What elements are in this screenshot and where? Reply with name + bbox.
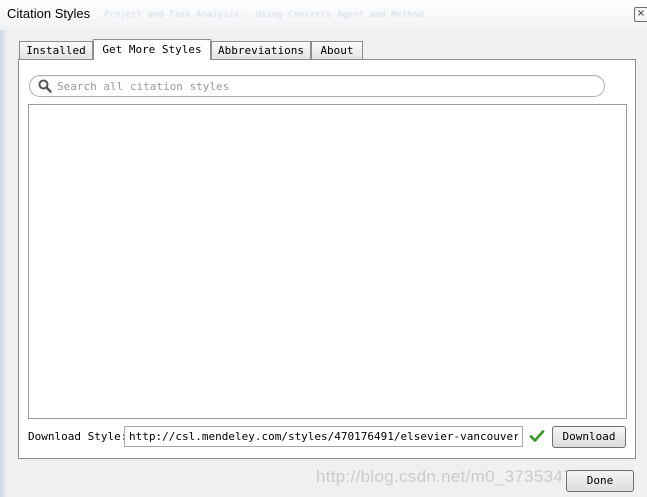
search-box[interactable] [29, 75, 605, 97]
checkmark-icon [529, 430, 545, 442]
download-url-input[interactable] [124, 426, 523, 447]
window-left-edge [0, 30, 7, 497]
citation-styles-list[interactable] [28, 104, 627, 419]
done-button[interactable]: Done [566, 470, 634, 492]
tab-about[interactable]: About [311, 41, 363, 59]
search-icon [38, 79, 52, 93]
title-bar: Citation Styles Project and Task Analysi… [0, 0, 647, 30]
tab-abbreviations[interactable]: Abbreviations [211, 41, 311, 59]
window-title: Citation Styles [7, 6, 91, 21]
close-button[interactable]: × [634, 7, 647, 22]
download-style-label: Download Style: [28, 430, 128, 443]
background-window-text: Project and Task Analysis - Using Concre… [104, 10, 424, 20]
tab-installed[interactable]: Installed [19, 41, 93, 59]
get-more-styles-panel: Download Style: Download [18, 59, 636, 459]
tab-get-more-styles[interactable]: Get More Styles [93, 39, 211, 60]
search-input[interactable] [57, 78, 587, 94]
download-button[interactable]: Download [552, 426, 626, 448]
watermark: http://blog.csdn.net/m0_37353470 [316, 467, 583, 486]
